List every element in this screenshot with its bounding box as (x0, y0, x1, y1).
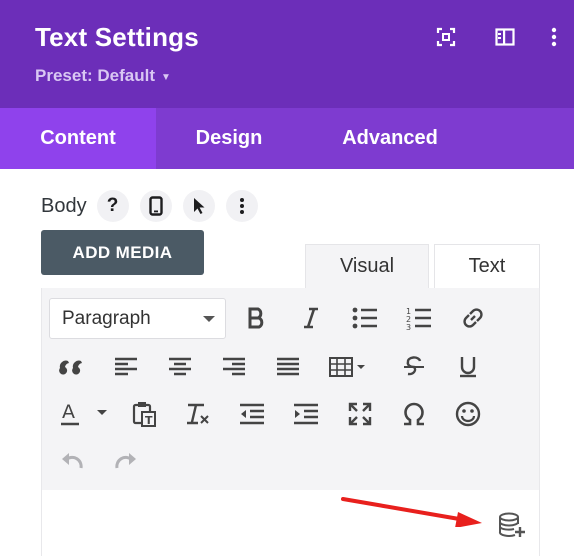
tab-text[interactable]: Text (434, 244, 540, 288)
paste-text-icon[interactable]: T (126, 396, 162, 432)
tab-advanced[interactable]: Advanced (302, 108, 478, 169)
underline-icon[interactable] (450, 349, 486, 385)
svg-text:3: 3 (406, 323, 411, 330)
mobile-icon[interactable] (139, 190, 172, 222)
undo-icon[interactable] (54, 443, 90, 479)
red-arrow-annotation (341, 497, 482, 527)
indent-icon[interactable] (288, 396, 324, 432)
emoji-icon[interactable] (450, 396, 486, 432)
omega-icon[interactable] (396, 396, 432, 432)
align-center-icon[interactable] (162, 349, 198, 385)
bold-icon[interactable] (239, 300, 275, 336)
modal-header: Text Settings Preset: Default ▼ (0, 0, 574, 108)
italic-icon[interactable] (293, 300, 329, 336)
preset-dropdown[interactable]: Preset: Default ▼ (35, 66, 171, 86)
clear-formatting-icon[interactable] (180, 396, 216, 432)
tab-visual[interactable]: Visual (305, 244, 429, 288)
svg-text:T: T (145, 414, 153, 427)
focus-icon[interactable] (435, 26, 457, 48)
svg-text:A: A (62, 401, 75, 423)
format-select-value: Paragraph (62, 307, 151, 329)
justify-icon[interactable] (270, 349, 306, 385)
text-color-icon[interactable]: A (54, 396, 112, 432)
strikethrough-icon[interactable] (396, 349, 432, 385)
chevron-down-icon: ▼ (160, 71, 171, 83)
outdent-icon[interactable] (234, 396, 270, 432)
dynamic-content-icon[interactable] (497, 510, 527, 540)
redo-icon[interactable] (108, 443, 144, 479)
tab-design[interactable]: Design (156, 108, 302, 169)
settings-tabs: Content Design Advanced (0, 108, 574, 169)
align-right-icon[interactable] (216, 349, 252, 385)
preset-label: Preset: Default (35, 66, 155, 85)
link-icon[interactable] (455, 300, 491, 336)
more-vertical-icon[interactable] (225, 190, 258, 222)
editor-toolbar: Paragraph 123 A T (41, 288, 540, 490)
align-left-icon[interactable] (108, 349, 144, 385)
field-label: Body (41, 194, 87, 217)
fullscreen-icon[interactable] (342, 396, 378, 432)
tab-content[interactable]: Content (0, 108, 156, 169)
add-media-button[interactable]: ADD MEDIA (41, 230, 204, 275)
help-icon[interactable]: ? (96, 190, 129, 222)
body-field-header: Body ? (41, 190, 269, 222)
blockquote-icon[interactable] (54, 349, 90, 385)
bullet-list-icon[interactable] (347, 300, 383, 336)
pointer-icon[interactable] (182, 190, 215, 222)
more-vertical-icon[interactable] (543, 26, 565, 48)
modal-title: Text Settings (35, 22, 199, 52)
numbered-list-icon[interactable]: 123 (401, 300, 437, 336)
chevron-down-icon (203, 315, 215, 322)
table-icon[interactable] (326, 349, 372, 385)
sidebar-toggle-icon[interactable] (494, 26, 516, 48)
editor-content-area[interactable] (41, 490, 540, 556)
format-select[interactable]: Paragraph (49, 298, 226, 339)
